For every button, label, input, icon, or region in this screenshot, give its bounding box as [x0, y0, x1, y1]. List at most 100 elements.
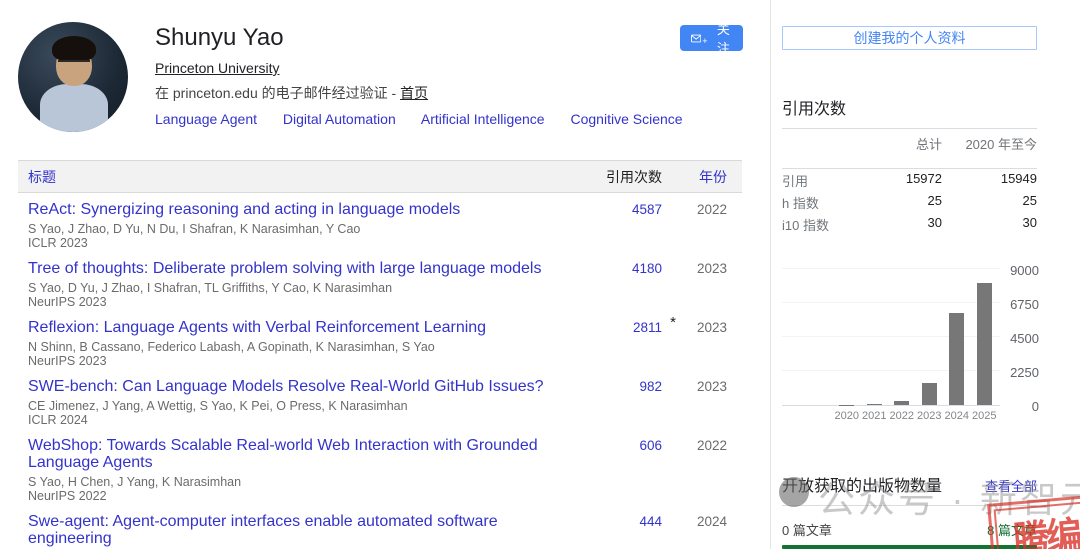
email-verified-text: 在 princeton.edu 的电子邮件经过验证 - — [155, 85, 401, 101]
interest-link-cognitive-science[interactable]: Cognitive Science — [570, 111, 682, 127]
column-header-cited-by[interactable]: 引用次数 — [567, 167, 662, 187]
cited-by-count-link[interactable]: 444 — [639, 514, 662, 529]
stat-row-citations: 引用 15972 15949 — [782, 169, 1037, 191]
envelope-plus-icon — [691, 34, 702, 42]
chart-yticks: 0 2250 4500 6750 9000 — [1003, 263, 1039, 414]
cited-by-count-link[interactable]: 606 — [639, 438, 662, 453]
publication-title-link[interactable]: ReAct: Synergizing reasoning and acting … — [28, 201, 567, 218]
email-verified-line: 在 princeton.edu 的电子邮件经过验证 - 首页 — [155, 83, 742, 103]
publication-title-link[interactable]: Tree of thoughts: Deliberate problem sol… — [28, 260, 567, 277]
view-all-link[interactable]: 查看全部 — [985, 476, 1037, 495]
profile-photo[interactable] — [18, 22, 128, 132]
chart-bar-column: 2023 — [916, 269, 944, 422]
publication-row: ReAct: Synergizing reasoning and acting … — [18, 193, 742, 252]
chart-plot: 2020 2021 2022 2023 2024 2025 — [782, 268, 1000, 422]
publication-title-link[interactable]: Reflexion: Language Agents with Verbal R… — [28, 319, 567, 336]
cited-by-count-link[interactable]: 982 — [639, 379, 662, 394]
stat-total-value: 25 — [927, 192, 942, 208]
column-header-title[interactable]: 标题 — [18, 167, 567, 187]
stat-total-value: 30 — [927, 214, 942, 230]
publication-row: Reflexion: Language Agents with Verbal R… — [18, 311, 742, 370]
chart-bar-column: 2020 — [833, 269, 861, 422]
publications-table-header: 标题 引用次数 年份 — [18, 160, 742, 193]
publication-venue: ICLR 2023 — [28, 236, 88, 250]
publication-authors: S Yao, D Yu, J Zhao, I Shafran, TL Griff… — [28, 281, 393, 295]
publication-title-link[interactable]: SWE-bench: Can Language Models Resolve R… — [28, 378, 567, 395]
chart-bar-2022[interactable] — [894, 401, 910, 405]
publication-row: Tree of thoughts: Deliberate problem sol… — [18, 252, 742, 311]
stat-total-value: 15972 — [905, 170, 942, 186]
chart-bar-2024[interactable] — [949, 312, 965, 405]
chart-xlabel: 2024 — [944, 410, 969, 422]
plus-glyph: + — [702, 36, 708, 46]
follow-button[interactable]: + 关注 — [680, 22, 744, 56]
stat-row-i10-index: i10 指数 30 30 — [782, 213, 1037, 235]
publication-row: Swe-agent: Agent-computer interfaces ena… — [18, 505, 742, 549]
stat-label: h 指数 — [782, 195, 819, 211]
citation-stats-table: 总计 2020 年至今 引用 15972 15949 h 指数 25 25 i1… — [782, 129, 1037, 235]
cited-by-count-link[interactable]: 2811 — [633, 320, 662, 335]
follow-button-label: 关注 — [716, 22, 730, 56]
citations-heading: 引用次数 — [782, 101, 847, 118]
publication-title-link[interactable]: Swe-agent: Agent-computer interfaces ena… — [28, 513, 567, 547]
avatar-glasses — [58, 60, 90, 69]
stat-since-value: 25 — [1022, 192, 1037, 208]
avatar-hair — [52, 36, 96, 62]
chart-bar-2025[interactable] — [976, 282, 992, 405]
chart-bar-column: 2025 — [971, 269, 999, 422]
column-header-year[interactable]: 年份 — [662, 167, 742, 187]
interest-link-artificial-intelligence[interactable]: Artificial Intelligence — [421, 111, 545, 127]
interest-tags: Language Agent Digital Automation Artifi… — [155, 111, 742, 127]
chart-ytick-label: 6750 — [1010, 297, 1039, 312]
available-articles-count[interactable]: 8 篇文章 — [987, 520, 1037, 539]
publication-year: 2022 — [696, 202, 727, 217]
chart-ytick-label: 9000 — [1010, 263, 1039, 278]
publication-authors: N Shinn, B Cassano, Federico Labash, A G… — [28, 340, 435, 354]
stat-row-h-index: h 指数 25 25 — [782, 191, 1037, 213]
publication-title-link[interactable]: WebShop: Towards Scalable Real-world Web… — [28, 437, 567, 471]
chart-xlabel: 2022 — [889, 410, 914, 422]
stat-since-value: 30 — [1022, 214, 1037, 230]
chart-ytick-label: 0 — [1031, 399, 1039, 414]
avatar-shirt — [40, 84, 108, 132]
open-access-heading: 开放获取的出版物数量 — [782, 478, 943, 495]
sidebar: 创建我的个人资料 引用次数 总计 2020 年至今 引用 15972 15949… — [782, 26, 1039, 549]
profile-name: Shunyu Yao — [155, 24, 284, 51]
publication-year: 2023 — [696, 379, 727, 394]
publication-venue: NeurIPS 2023 — [28, 354, 107, 368]
citation-star: * — [670, 314, 676, 331]
stats-col-since: 2020 年至今 — [965, 137, 1037, 152]
publication-venue: ICLR 2024 — [28, 413, 88, 427]
publication-row: WebShop: Towards Scalable Real-world Web… — [18, 429, 742, 505]
publication-year: 2023 — [696, 261, 727, 276]
chart-bar-2021[interactable] — [866, 403, 882, 405]
chart-xlabel: 2025 — [972, 410, 997, 422]
interest-link-digital-automation[interactable]: Digital Automation — [283, 111, 396, 127]
stat-label: i10 指数 — [782, 217, 829, 233]
publication-venue: NeurIPS 2022 — [28, 489, 107, 503]
create-profile-button[interactable]: 创建我的个人资料 — [782, 26, 1037, 50]
publication-row: SWE-bench: Can Language Models Resolve R… — [18, 370, 742, 429]
publication-year: 2024 — [696, 514, 727, 529]
stat-label: 引用 — [782, 173, 809, 189]
profile-header: Shunyu Yao Princeton University 在 prince… — [18, 22, 744, 132]
open-access-counts: 0 篇文章 8 篇文章 — [782, 514, 1037, 539]
homepage-link[interactable]: 首页 — [400, 85, 428, 101]
affiliation-link[interactable]: Princeton University — [155, 60, 280, 76]
unavailable-articles-count: 0 篇文章 — [782, 523, 832, 538]
chart-bar-column: 2024 — [943, 269, 971, 422]
chart-bar-2023[interactable] — [921, 383, 937, 405]
cited-by-count-link[interactable]: 4587 — [632, 202, 662, 217]
vertical-divider — [770, 0, 771, 549]
cited-by-count-link[interactable]: 4180 — [632, 261, 662, 276]
scholar-profile-page: Shunyu Yao Princeton University 在 prince… — [0, 0, 1080, 549]
citation-stats-header-row: 总计 2020 年至今 — [782, 129, 1037, 159]
interest-link-language-agent[interactable]: Language Agent — [155, 111, 257, 127]
profile-info: Shunyu Yao Princeton University 在 prince… — [155, 24, 742, 127]
divider — [782, 505, 1037, 506]
publication-authors: CE Jimenez, J Yang, A Wettig, S Yao, K P… — [28, 399, 408, 413]
publication-venue: NeurIPS 2023 — [28, 295, 107, 309]
chart-ytick-label: 2250 — [1010, 365, 1039, 380]
publication-authors: S Yao, J Zhao, D Yu, N Du, I Shafran, K … — [28, 222, 361, 236]
open-access-header: 开放获取的出版物数量 查看全部 — [782, 472, 1037, 496]
